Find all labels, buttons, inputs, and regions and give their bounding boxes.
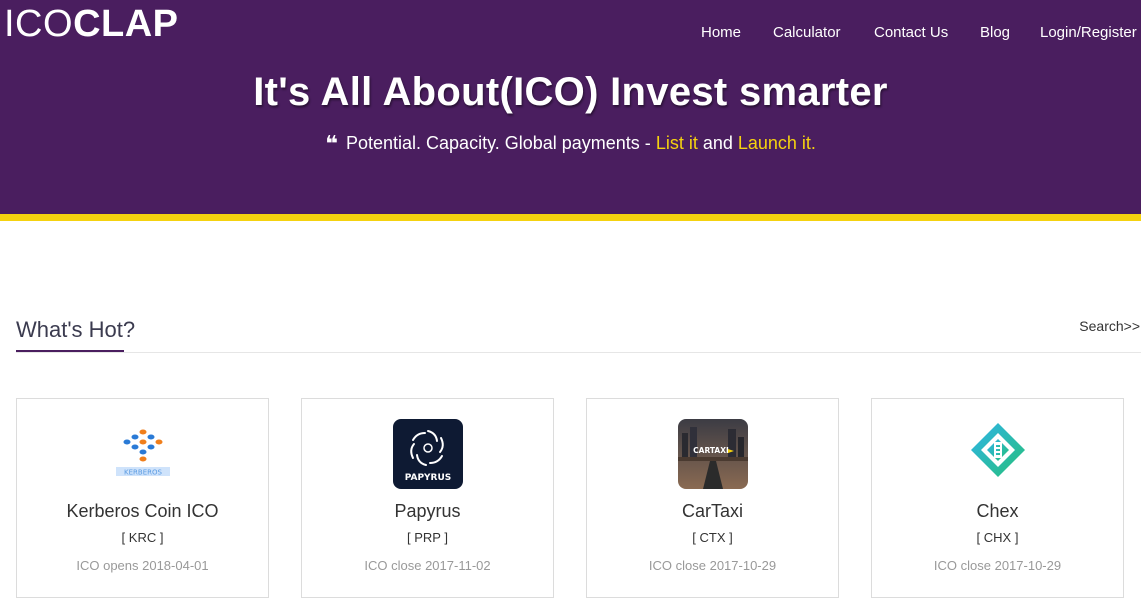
- papyrus-logo: PAPYRUS: [393, 419, 463, 489]
- card-symbol: [ CHX ]: [976, 530, 1019, 545]
- ico-card-kerberos[interactable]: KERBEROS Kerberos Coin ICO [ KRC ] ICO o…: [16, 398, 269, 598]
- hero-and-text: and: [697, 133, 738, 153]
- list-it-link[interactable]: List it: [656, 133, 698, 153]
- chex-logo: [963, 419, 1033, 489]
- papyrus-logo-text: PAPYRUS: [405, 473, 452, 483]
- nav-blog[interactable]: Blog: [980, 24, 1010, 41]
- section-divider: [16, 352, 1141, 353]
- nav-contact-us[interactable]: Contact Us: [874, 24, 948, 41]
- card-name: Chex: [976, 501, 1019, 521]
- hero-subtitle: ❝ Potential. Capacity. Global payments - …: [0, 131, 1141, 157]
- card-status: ICO opens 2018-04-01: [76, 558, 209, 573]
- ico-card-chex[interactable]: Chex [ CHX ] ICO close 2017-10-29: [871, 398, 1124, 598]
- nav-home[interactable]: Home: [701, 24, 741, 41]
- section-title: What's Hot?: [16, 317, 136, 342]
- main-nav: Home Calculator Contact Us Blog Login/Re…: [0, 24, 1141, 44]
- card-symbol: [ KRC ]: [121, 530, 164, 545]
- card-status: ICO close 2017-11-02: [364, 558, 491, 573]
- card-symbol: [ PRP ]: [407, 530, 448, 545]
- hero-subtitle-text: Potential. Capacity. Global payments -: [345, 133, 656, 153]
- hero-title: It's All About(ICO) Invest smarter: [253, 70, 888, 114]
- quote-icon: ❝: [325, 132, 338, 157]
- cartaxi-logo-text: CARTAXI: [693, 446, 729, 455]
- ico-card-papyrus[interactable]: PAPYRUS Papyrus [ PRP ] ICO close 2017-1…: [301, 398, 554, 598]
- card-symbol: [ CTX ]: [692, 530, 733, 545]
- card-status: ICO close 2017-10-29: [648, 558, 777, 573]
- card-name: Kerberos Coin ICO: [66, 501, 219, 521]
- card-name: CarTaxi: [681, 501, 743, 521]
- kerberos-logo: KERBEROS: [108, 419, 178, 489]
- card-name: Papyrus: [394, 501, 461, 521]
- card-status: ICO close 2017-10-29: [933, 558, 1062, 573]
- search-link[interactable]: Search>>: [1079, 318, 1140, 334]
- nav-login-register[interactable]: Login/Register: [1040, 24, 1137, 41]
- header-accent-stripe: [0, 214, 1141, 221]
- cartaxi-logo: CARTAXI: [678, 419, 748, 489]
- kerberos-logo-text: KERBEROS: [124, 469, 162, 477]
- ico-card-cartaxi[interactable]: CARTAXI CarTaxi [ CTX ] ICO close 2017-1…: [586, 398, 839, 598]
- nav-calculator[interactable]: Calculator: [773, 24, 841, 41]
- launch-it-link[interactable]: Launch it.: [738, 133, 816, 153]
